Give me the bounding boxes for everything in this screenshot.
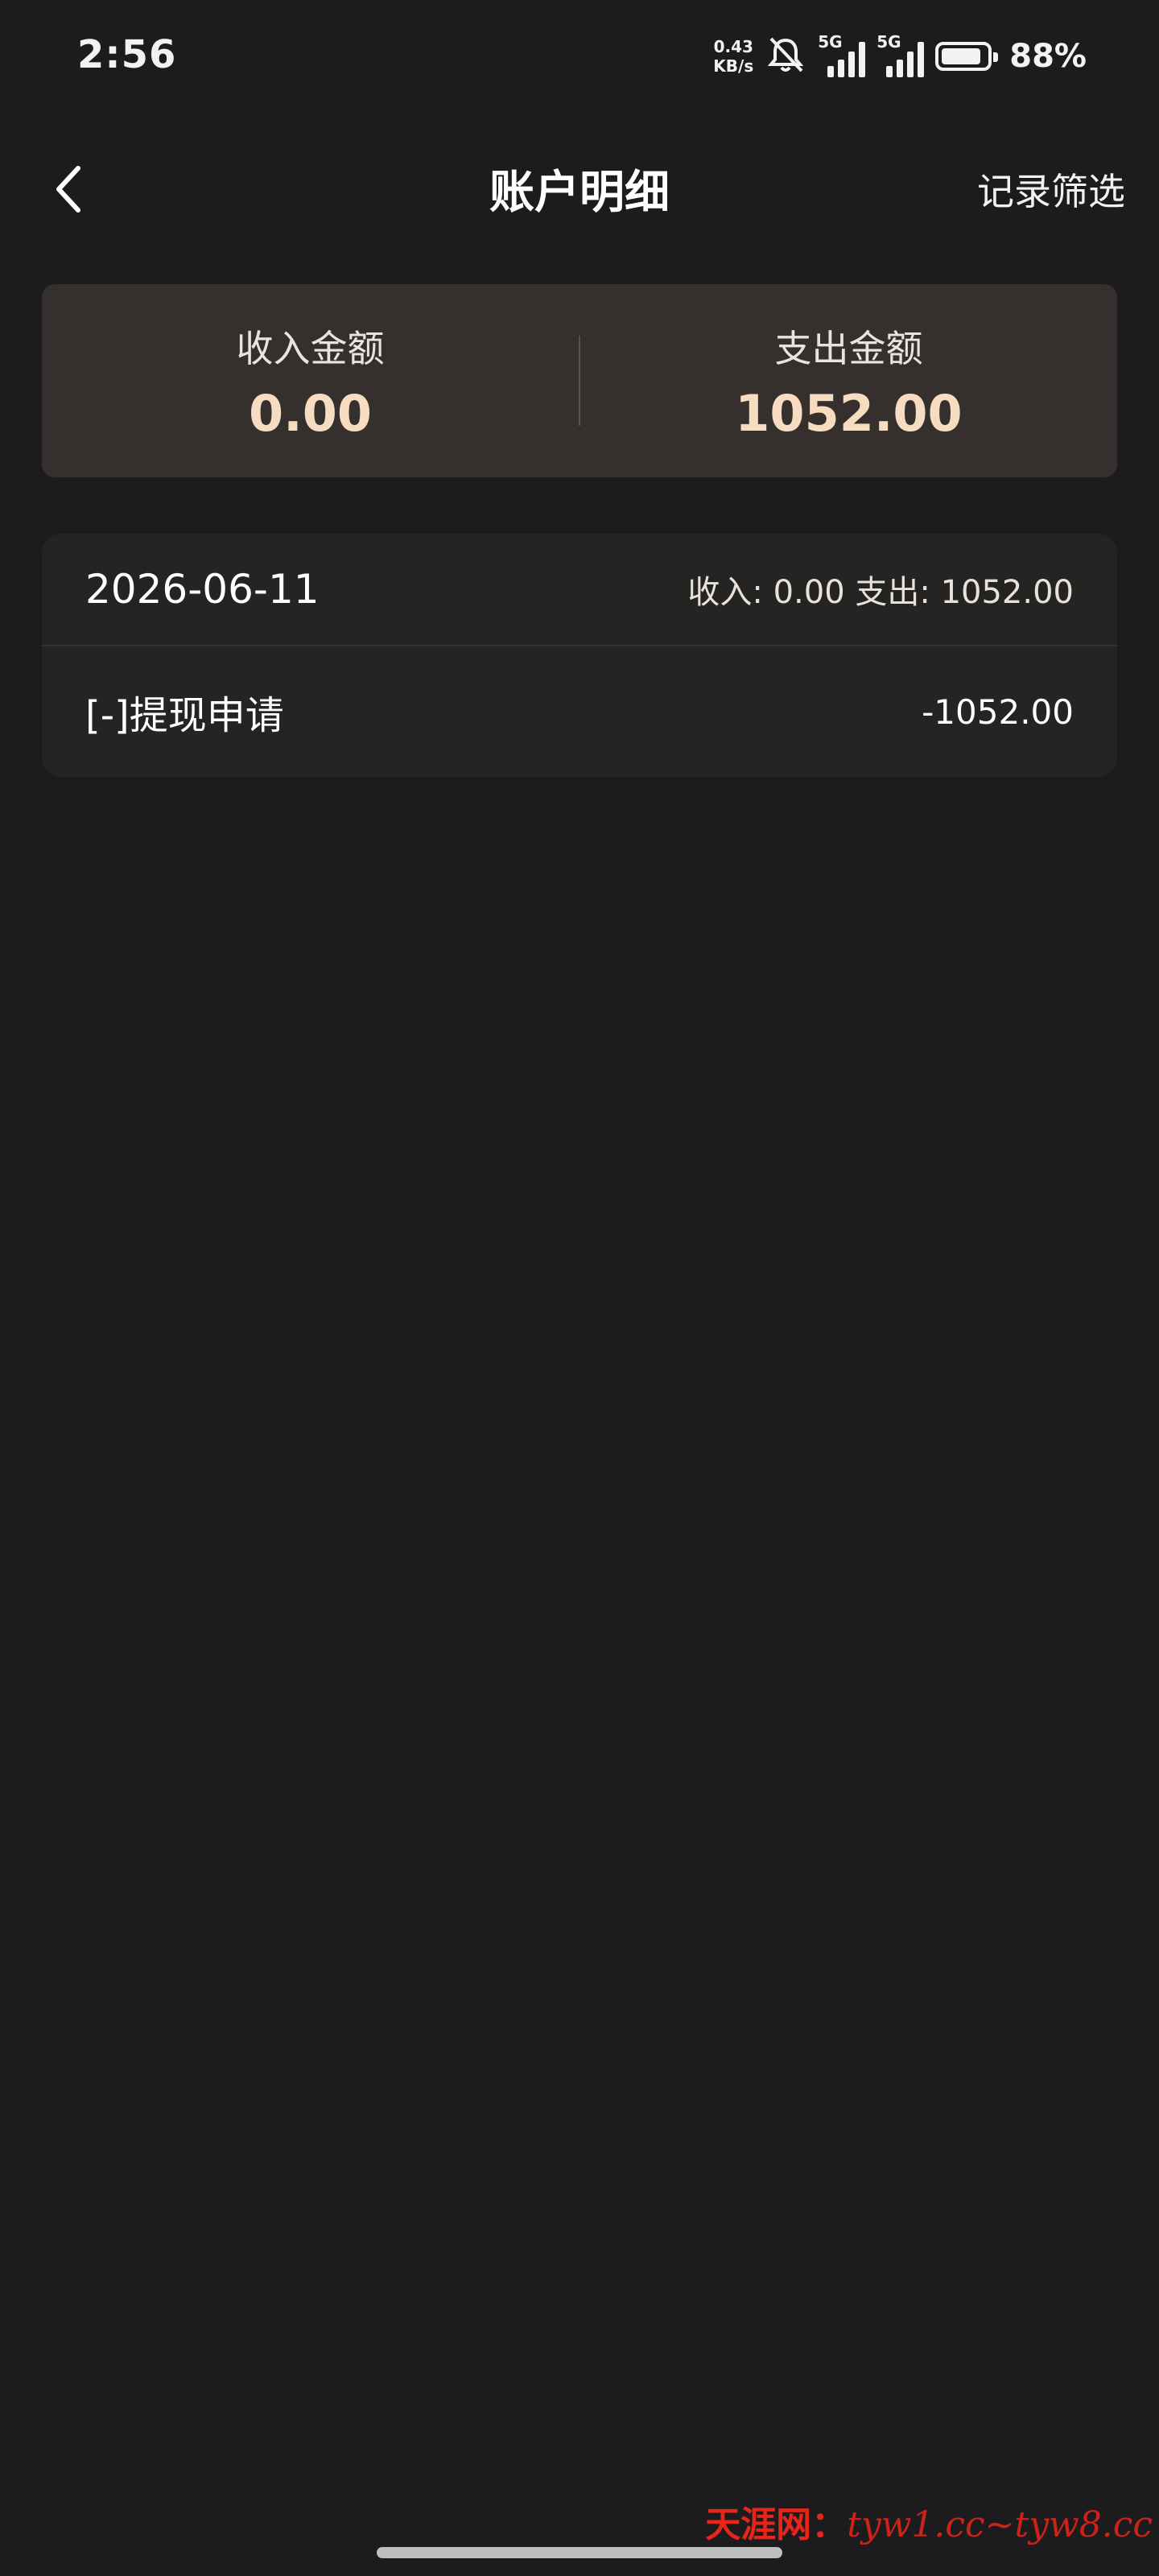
network-speed-unit: KB/s bbox=[713, 56, 754, 76]
expense-summary: 支出金额 1052.00 bbox=[580, 320, 1117, 443]
list-item[interactable]: [-]提现申请 -1052.00 bbox=[42, 646, 1117, 777]
income-value: 0.00 bbox=[249, 383, 372, 443]
home-indicator[interactable] bbox=[377, 2547, 782, 2558]
watermark: 天涯网：tyw1.cc~tyw8.cc bbox=[705, 2496, 1153, 2547]
record-date: 2026-06-11 bbox=[85, 566, 320, 613]
battery-fill bbox=[942, 48, 980, 64]
expense-label: 支出金额 bbox=[774, 326, 923, 370]
record-title: [-]提现申请 bbox=[85, 693, 284, 738]
status-bar: 2:56 0.43 KB/s 5G 5G 88% bbox=[0, 0, 1159, 121]
expense-value: 1052.00 bbox=[735, 383, 963, 443]
status-icons: 0.43 KB/s 5G 5G 88% bbox=[713, 32, 1087, 80]
record-amount: -1052.00 bbox=[922, 691, 1074, 732]
network-speed: 0.43 KB/s bbox=[713, 37, 753, 76]
records-list: 2026-06-11 收入: 0.00 支出: 1052.00 [-]提现申请 … bbox=[42, 534, 1117, 777]
signal-strength-icon-2: 5G bbox=[876, 32, 925, 77]
watermark-site-name: 天涯网： bbox=[705, 2504, 848, 2545]
signal-strength-icon-1: 5G bbox=[818, 32, 866, 77]
bell-muted-icon bbox=[765, 34, 806, 79]
battery-icon bbox=[935, 42, 999, 71]
top-navigation-bar: 账户明细 记录筛选 bbox=[0, 137, 1159, 242]
battery-percentage: 88% bbox=[1009, 38, 1087, 75]
income-summary: 收入金额 0.00 bbox=[42, 320, 579, 443]
income-label: 收入金额 bbox=[236, 326, 385, 370]
signal-2-tag: 5G bbox=[876, 32, 901, 52]
filter-records-button[interactable]: 记录筛选 bbox=[977, 163, 1125, 216]
watermark-url: tyw1.cc~tyw8.cc bbox=[847, 2504, 1153, 2545]
record-daily-totals: 收入: 0.00 支出: 1052.00 bbox=[687, 574, 1074, 611]
balance-summary-card: 收入金额 0.00 支出金额 1052.00 bbox=[42, 284, 1117, 477]
signal-1-tag: 5G bbox=[818, 32, 843, 52]
status-time: 2:56 bbox=[77, 32, 177, 77]
record-date-header: 2026-06-11 收入: 0.00 支出: 1052.00 bbox=[42, 534, 1117, 646]
network-speed-value: 0.43 bbox=[713, 37, 753, 56]
